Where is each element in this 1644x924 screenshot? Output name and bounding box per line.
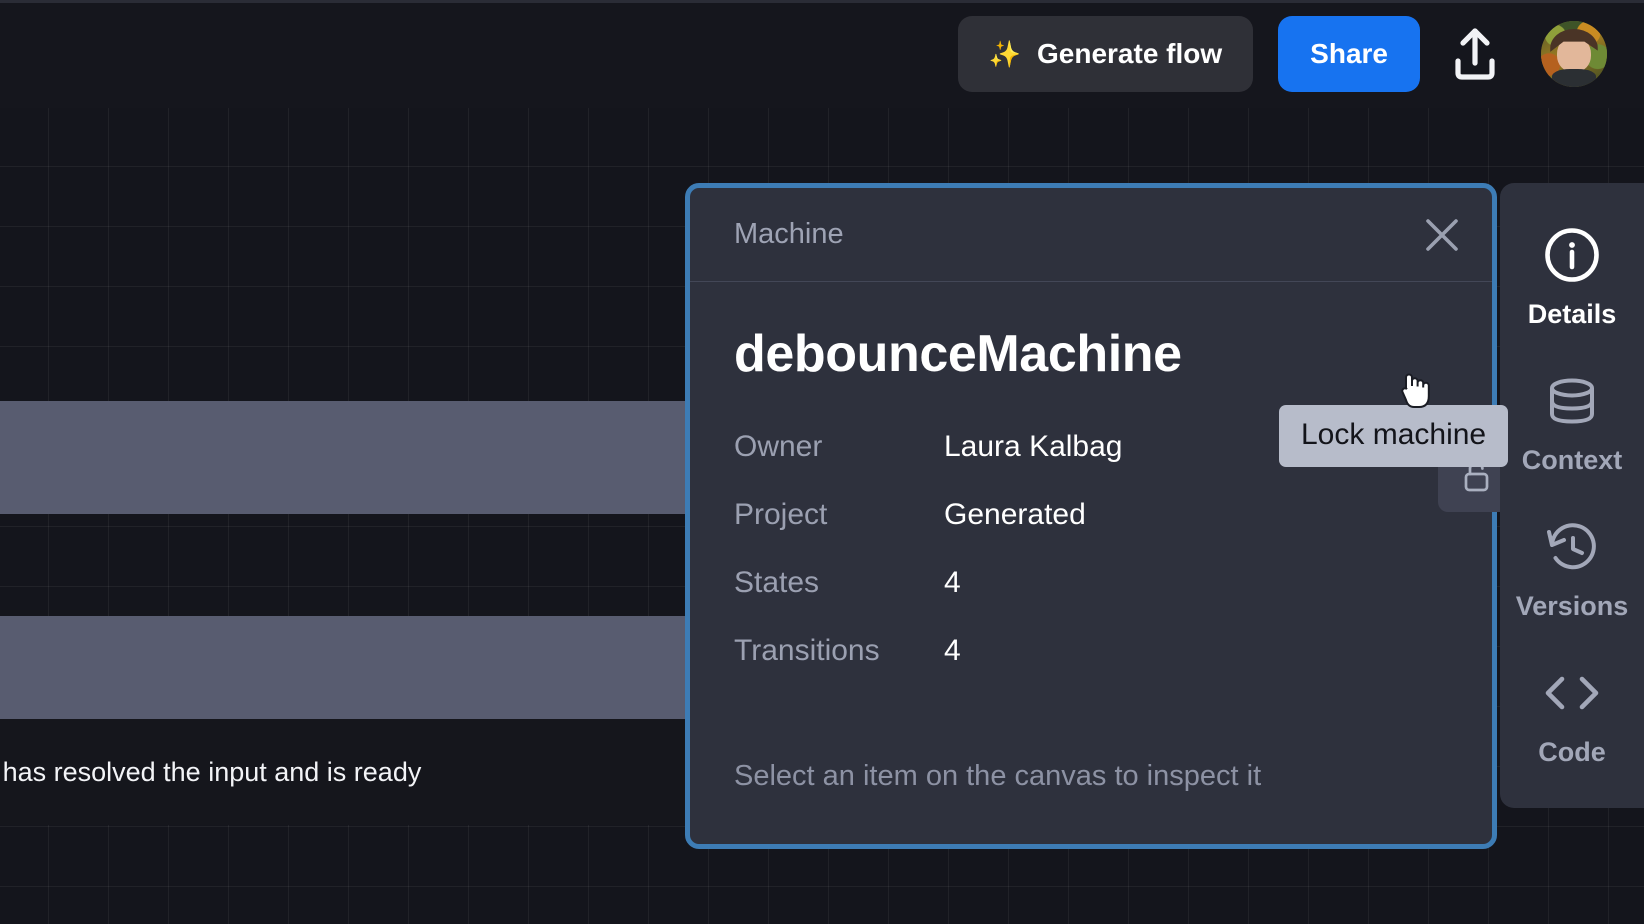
info-circle-icon (1543, 223, 1601, 287)
detail-row-states: States 4 (734, 566, 1448, 634)
code-brackets-icon (1539, 661, 1605, 725)
detail-value-transitions: 4 (944, 634, 961, 667)
share-label: Share (1310, 38, 1388, 69)
detail-label-owner: Owner (734, 430, 823, 463)
detail-value-project: Generated (944, 498, 1086, 531)
generate-flow-label: Generate flow (1037, 38, 1223, 69)
share-button[interactable]: Share (1278, 16, 1420, 92)
database-icon (1543, 369, 1601, 433)
sidebar-item-code[interactable]: Code (1500, 655, 1644, 801)
inspector-sidebar: Details Context Versions Code (1500, 183, 1644, 808)
close-icon[interactable] (1414, 207, 1470, 263)
sidebar-item-context[interactable]: Context (1500, 363, 1644, 509)
top-toolbar: ✨ Generate flow Share (0, 0, 1644, 108)
sidebar-label-details: Details (1527, 299, 1617, 329)
detail-row-transitions: Transitions 4 (734, 634, 1448, 702)
sidebar-item-details[interactable]: Details (1500, 217, 1644, 363)
canvas-node-description: ...e machine has resolved the input and … (0, 756, 422, 787)
avatar-body (1551, 68, 1597, 87)
panel-title: Machine (734, 218, 844, 250)
sidebar-label-code: Code (1538, 737, 1606, 767)
sidebar-item-versions[interactable]: Versions (1500, 509, 1644, 655)
user-avatar[interactable] (1541, 21, 1607, 87)
sparkles-icon: ✨ (988, 39, 1021, 69)
machine-inspect-panel: Machine debounceMachine Owner Laura Kalb… (685, 183, 1514, 849)
toolbar-divider (0, 0, 1644, 3)
panel-empty-hint: Select an item on the canvas to inspect … (734, 760, 1262, 792)
history-clock-icon (1543, 515, 1601, 579)
lock-machine-tooltip: Lock machine (1279, 405, 1509, 467)
detail-label-project: Project (734, 498, 828, 531)
detail-value-states: 4 (944, 566, 961, 599)
panel-body: debounceMachine Owner Laura Kalbag Proje… (690, 324, 1514, 793)
detail-value-owner: Laura Kalbag (944, 430, 1123, 463)
sidebar-label-context: Context (1521, 445, 1623, 475)
machine-name: debounceMachine (734, 325, 1182, 383)
detail-label-transitions: Transitions (734, 634, 880, 667)
detail-row-project: Project Generated (734, 498, 1448, 566)
generate-flow-button[interactable]: ✨ Generate flow (957, 16, 1254, 92)
app-root: ...olved ...e machine has resolved the i… (0, 0, 1644, 924)
panel-header: Machine (690, 188, 1492, 282)
detail-label-states: States (734, 566, 820, 599)
upload-icon[interactable] (1447, 24, 1503, 84)
sidebar-label-versions: Versions (1515, 591, 1629, 621)
machine-detail-list: Owner Laura Kalbag Project Generated Sta… (734, 430, 1448, 702)
